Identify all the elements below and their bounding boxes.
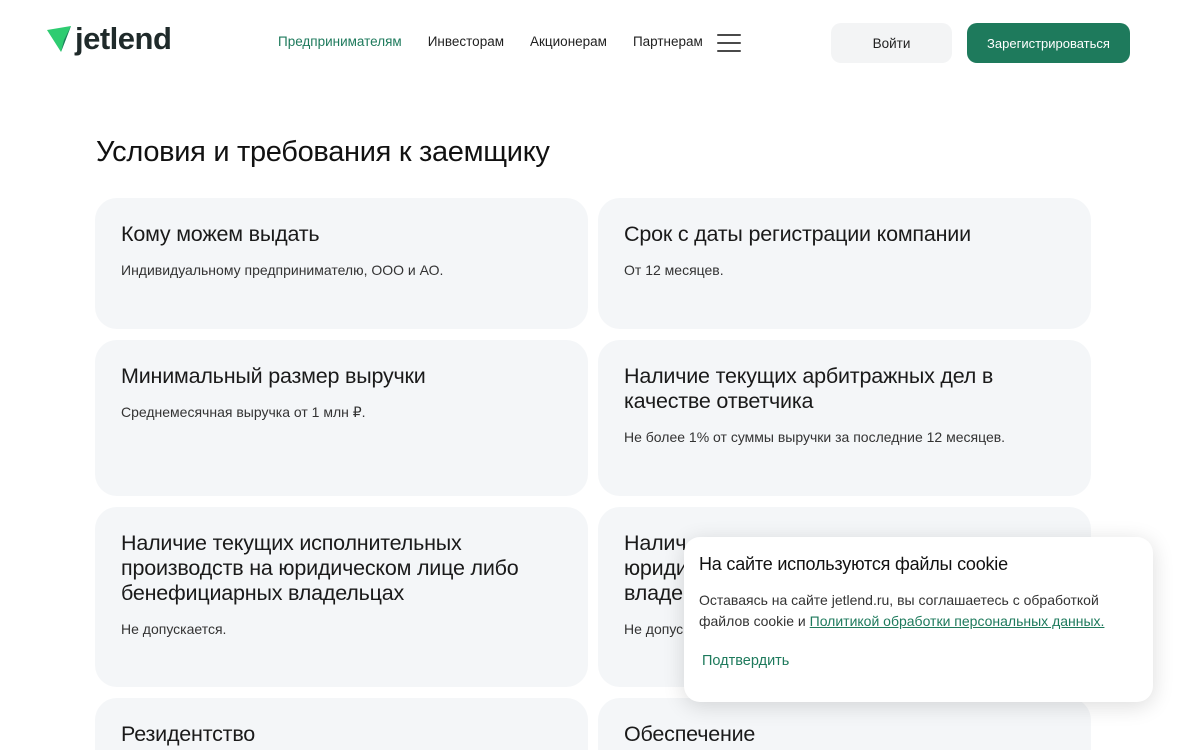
cookie-confirm-button[interactable]: Подтвердить [702,653,789,669]
card-arbitration-cases: Наличие текущих арбитражных дел в качест… [598,340,1091,496]
cookie-text: Оставаясь на сайте jetlend.ru, вы соглаш… [699,590,1138,632]
card-text: От 12 месяцев. [624,262,724,278]
card-text: Не более 1% от суммы выручки за последни… [624,429,1006,445]
nav-entrepreneurs[interactable]: Предпринимателям [278,33,402,51]
login-button[interactable]: Войти [831,23,952,63]
logo-text: jetlend [75,21,172,56]
register-button[interactable]: Зарегистрироваться [967,23,1130,63]
jetlend-logo[interactable]: jetlend [47,21,172,56]
card-min-revenue: Минимальный размер выручки Среднемесячна… [95,340,588,496]
card-text: Среднемесячная выручка от 1 млн ₽. [121,404,366,420]
cookie-banner: На сайте используются файлы cookie Остав… [684,537,1153,702]
card-title: Кому можем выдать [121,222,320,246]
nav-partners[interactable]: Партнерам [633,33,703,51]
card-title: Минимальный размер выручки [121,364,426,388]
card-enforcement-proceedings: Наличие текущих исполнительных производс… [95,507,588,687]
card-text: Не допускается. [121,621,227,637]
nav-shareholders[interactable]: Акционерам [530,33,607,51]
section-title: Условия и требования к заемщику [96,136,550,168]
privacy-policy-link[interactable]: Политикой обработки персональных данных. [810,613,1105,629]
card-residency: Резидентство [95,698,588,750]
site-header: jetlend Предпринимателям Инвесторам Акци… [0,0,1200,86]
card-who-can-get: Кому можем выдать Индивидуальному предпр… [95,198,588,329]
card-collateral: Обеспечение [598,698,1091,750]
card-title: Срок с даты регистрации компании [624,222,971,246]
logo-mark-icon [47,26,71,52]
card-text: Индивидуальному предпринимателю, ООО и А… [121,262,444,278]
cookie-title: На сайте используются файлы cookie [699,554,1008,574]
card-title: Обеспечение [624,722,756,746]
hamburger-menu-icon[interactable] [717,34,741,52]
card-registration-term: Срок с даты регистрации компании От 12 м… [598,198,1091,329]
card-title: Наличие текущих арбитражных дел в качест… [624,364,994,413]
card-title: Резидентство [121,722,256,746]
main-nav: Предпринимателям Инвесторам Акционерам П… [278,33,729,51]
nav-investors[interactable]: Инвесторам [428,33,504,51]
card-title: Наличие текущих исполнительных производс… [121,531,519,605]
